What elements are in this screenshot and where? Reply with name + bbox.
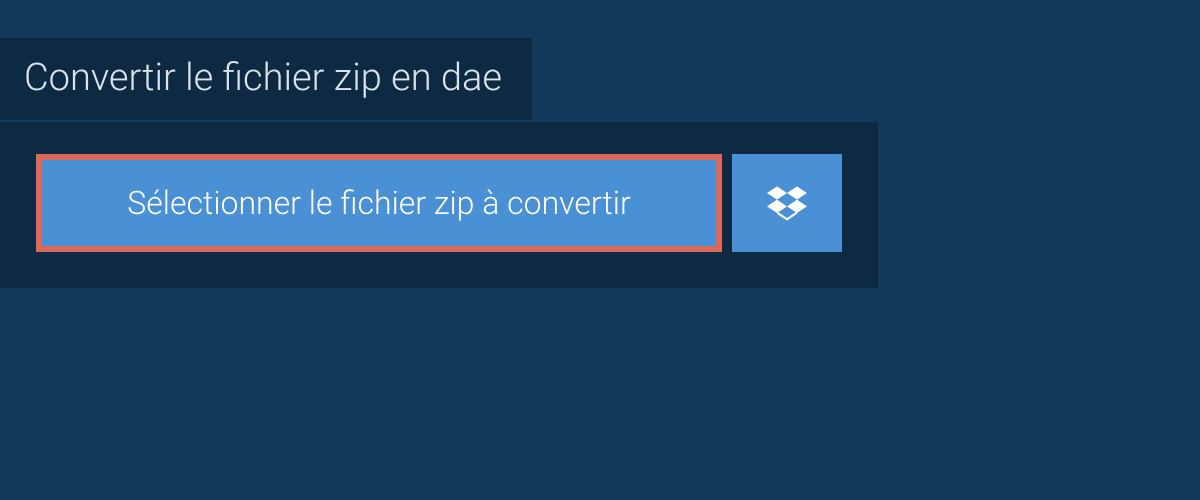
upload-panel: Sélectionner le fichier zip à convertir: [0, 122, 878, 288]
select-file-button[interactable]: Sélectionner le fichier zip à convertir: [42, 160, 716, 246]
page-title: Convertir le fichier zip en dae: [24, 56, 502, 100]
dropbox-icon: [767, 183, 807, 223]
select-file-highlight-wrap: Sélectionner le fichier zip à convertir: [36, 154, 722, 252]
select-file-label: Sélectionner le fichier zip à convertir: [127, 184, 630, 222]
page-title-tab: Convertir le fichier zip en dae: [0, 38, 532, 120]
dropbox-button[interactable]: [732, 154, 842, 252]
bottom-area: [0, 288, 1200, 488]
header-strip: [0, 0, 1200, 38]
